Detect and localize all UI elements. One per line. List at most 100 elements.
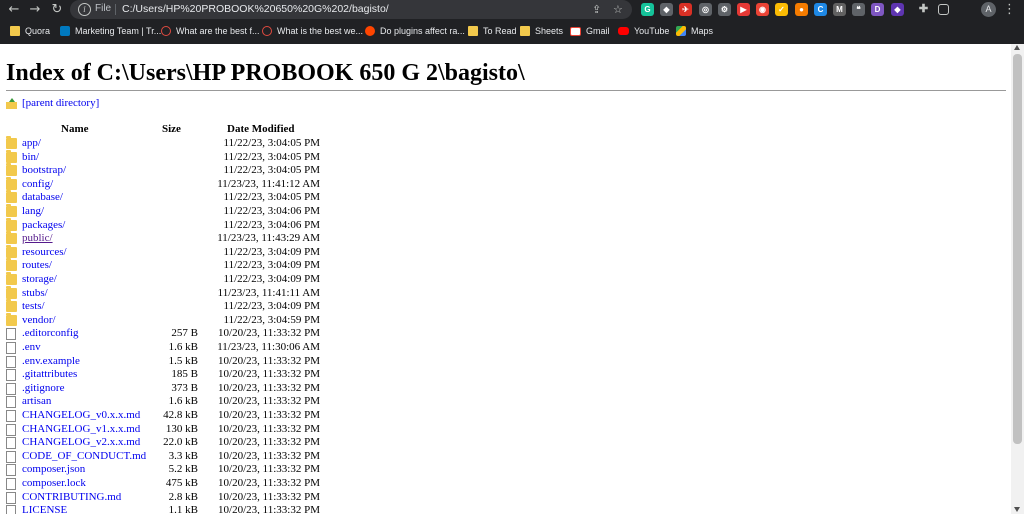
bookmark-item[interactable]: Sheets bbox=[520, 22, 563, 40]
extension-icon-14[interactable]: ◆ bbox=[891, 3, 904, 16]
table-row: resources/11/22/23, 3:04:09 PM bbox=[6, 244, 336, 259]
file-name-link[interactable]: public/ bbox=[22, 232, 53, 245]
table-row: composer.json 5.2 kB 10/20/23, 11:33:32 PM bbox=[6, 463, 336, 477]
file-name-link[interactable]: bootstrap/ bbox=[22, 164, 66, 177]
quora-icon bbox=[161, 26, 171, 36]
file-icon bbox=[6, 478, 16, 490]
file-name-link[interactable]: composer.lock bbox=[22, 477, 86, 490]
file-name-link[interactable]: bin/ bbox=[22, 151, 39, 164]
file-name-link[interactable]: CHANGELOG_v2.x.x.md bbox=[22, 436, 140, 449]
file-name-link[interactable]: packages/ bbox=[22, 219, 65, 232]
file-name-link[interactable]: .gitignore bbox=[22, 382, 64, 395]
title-divider bbox=[6, 90, 1006, 91]
file-name-link[interactable]: CHANGELOG_v0.x.x.md bbox=[22, 409, 140, 422]
bookmark-item[interactable]: What are the best f... bbox=[161, 22, 260, 40]
date-modified: 11/22/23, 3:04:09 PM bbox=[223, 300, 320, 313]
file-icon bbox=[6, 491, 16, 504]
file-name-link[interactable]: .env.example bbox=[22, 355, 80, 368]
file-name-link[interactable]: .editorconfig bbox=[22, 327, 79, 340]
page-scrollbar[interactable] bbox=[1011, 44, 1024, 514]
folder-icon bbox=[10, 26, 20, 36]
file-name-link[interactable]: resources/ bbox=[22, 246, 67, 259]
profile-avatar[interactable]: A bbox=[981, 2, 996, 17]
scroll-up-arrow-icon[interactable] bbox=[1014, 45, 1020, 50]
extension-icon-5[interactable]: ⚙ bbox=[718, 3, 731, 16]
file-name-link[interactable]: LICENSE bbox=[22, 504, 67, 514]
file-name-link[interactable]: composer.json bbox=[22, 463, 85, 476]
column-header-size[interactable]: Size bbox=[162, 123, 181, 135]
extension-icon-2[interactable]: ◆ bbox=[660, 3, 673, 16]
file-name-link[interactable]: vendor/ bbox=[22, 314, 56, 327]
url-text[interactable]: C:/Users/HP%20PROBOOK%20650%20G%202/bagi… bbox=[122, 3, 389, 15]
bookmark-item[interactable]: To Read bbox=[468, 22, 517, 40]
back-arrow-icon[interactable]: ← bbox=[5, 1, 23, 19]
file-name-link[interactable]: database/ bbox=[22, 191, 63, 204]
date-modified: 11/22/23, 3:04:06 PM bbox=[223, 218, 320, 231]
date-modified: 11/22/23, 3:04:09 PM bbox=[223, 259, 320, 272]
file-icon bbox=[6, 437, 16, 450]
extension-icon-3[interactable]: ✈ bbox=[679, 3, 692, 16]
extension-icon-12[interactable]: ❝ bbox=[852, 3, 865, 16]
extension-icon-9[interactable]: ● bbox=[795, 3, 808, 16]
file-name-link[interactable]: stubs/ bbox=[22, 287, 48, 300]
file-name-link[interactable]: storage/ bbox=[22, 273, 57, 286]
grammarly-extension-icon[interactable]: G bbox=[641, 3, 654, 16]
folder-icon bbox=[6, 176, 17, 190]
extension-icon-13[interactable]: D bbox=[871, 3, 884, 16]
bookmark-item[interactable]: Quora bbox=[10, 22, 50, 40]
file-name-link[interactable]: artisan bbox=[22, 395, 51, 408]
table-row: database/11/22/23, 3:04:05 PM bbox=[6, 190, 336, 204]
bookmark-item[interactable]: What is the best we... bbox=[262, 22, 363, 40]
bookmark-item[interactable]: Do plugins affect ra... bbox=[365, 22, 465, 40]
bookmark-label: Gmail bbox=[586, 26, 610, 36]
file-size: 42.8 kB bbox=[163, 409, 198, 421]
forward-arrow-icon[interactable]: → bbox=[26, 1, 44, 19]
address-bar[interactable]: i File C:/Users/HP%20PROBOOK%20650%20G%2… bbox=[70, 0, 632, 19]
scroll-thumb[interactable] bbox=[1013, 54, 1022, 444]
date-modified: 10/20/23, 11:33:32 PM bbox=[218, 463, 320, 476]
file-name-link[interactable]: app/ bbox=[22, 137, 41, 150]
file-name-link[interactable]: routes/ bbox=[22, 259, 52, 272]
bookmark-label: Sheets bbox=[535, 26, 564, 36]
site-info-icon[interactable]: i bbox=[78, 3, 91, 16]
parent-directory-row: [parent directory] bbox=[6, 96, 99, 110]
bookmark-item[interactable]: Gmail bbox=[570, 22, 610, 40]
table-row: packages/11/22/23, 3:04:06 PM bbox=[6, 217, 336, 232]
bookmark-label: Do plugins affect ra... bbox=[380, 26, 465, 36]
extension-icon-10[interactable]: C bbox=[814, 3, 827, 16]
bookmark-item[interactable]: Marketing Team | Tr... bbox=[60, 22, 161, 40]
column-header-name[interactable]: Name bbox=[61, 123, 89, 135]
file-size: 2.8 kB bbox=[168, 490, 198, 503]
file-name-link[interactable]: CODE_OF_CONDUCT.md bbox=[22, 450, 146, 463]
file-name-link[interactable]: .env bbox=[22, 341, 41, 354]
browser-toolbar: ← → ↻ i File C:/Users/HP%20PROBOOK%20650… bbox=[0, 0, 1024, 20]
extension-icon-4[interactable]: ◎ bbox=[699, 3, 712, 16]
bookmark-item[interactable]: YouTube bbox=[618, 22, 669, 40]
date-modified: 11/22/23, 3:04:05 PM bbox=[223, 191, 320, 204]
extension-icon-8[interactable]: ✓ bbox=[775, 3, 788, 16]
file-size: 1.5 kB bbox=[168, 354, 198, 367]
extension-icon-11[interactable]: M bbox=[833, 3, 846, 16]
reload-icon[interactable]: ↻ bbox=[48, 1, 66, 19]
extensions-puzzle-icon[interactable]: ✚ bbox=[917, 3, 930, 16]
bookmarks-bar: Quora Marketing Team | Tr... What are the … bbox=[0, 22, 1024, 42]
youtube-icon bbox=[618, 27, 629, 35]
file-name-link[interactable]: .gitattributes bbox=[22, 368, 77, 381]
scroll-down-arrow-icon[interactable] bbox=[1014, 507, 1020, 512]
column-header-date[interactable]: Date Modified bbox=[227, 123, 295, 135]
date-modified: 10/20/23, 11:33:32 PM bbox=[218, 477, 320, 489]
extension-icon-6[interactable]: ▶ bbox=[737, 3, 750, 16]
file-name-link[interactable]: lang/ bbox=[22, 205, 44, 218]
file-icon bbox=[6, 342, 16, 354]
file-name-link[interactable]: tests/ bbox=[22, 300, 45, 313]
side-panel-icon[interactable] bbox=[938, 4, 949, 15]
extension-icon-7[interactable]: ◉ bbox=[756, 3, 769, 16]
file-name-link[interactable]: config/ bbox=[22, 178, 53, 191]
file-name-link[interactable]: CHANGELOG_v1.x.x.md bbox=[22, 423, 140, 436]
bookmark-item[interactable]: Maps bbox=[676, 22, 713, 40]
parent-directory-link[interactable]: [parent directory] bbox=[22, 97, 99, 109]
share-icon[interactable]: ⇪ bbox=[592, 3, 601, 16]
bookmark-star-icon[interactable]: ☆ bbox=[613, 3, 623, 16]
browser-menu-icon[interactable]: ⋮ bbox=[1003, 1, 1016, 19]
file-name-link[interactable]: CONTRIBUTING.md bbox=[22, 491, 121, 504]
